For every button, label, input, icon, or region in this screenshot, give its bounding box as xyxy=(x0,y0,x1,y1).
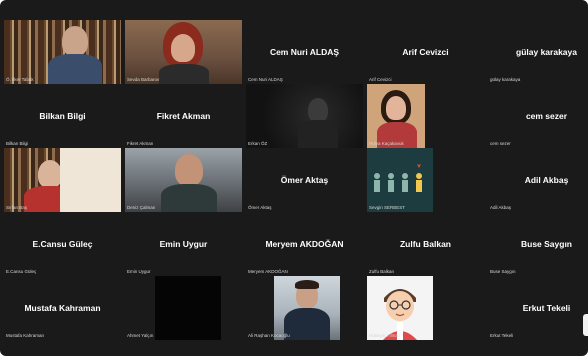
participant-body xyxy=(298,120,338,148)
participant-face xyxy=(386,96,406,120)
participant-video xyxy=(367,84,484,148)
participant-label: Emin Uygur xyxy=(127,269,151,274)
watermark-logo: AÜ xyxy=(583,314,588,336)
participant-face xyxy=(171,34,195,62)
participant-name: Emin Uygur xyxy=(159,239,208,249)
participant-name: Meryem AKDOĞAN xyxy=(265,239,344,249)
participant-name: Mustafa Kahraman xyxy=(24,303,101,313)
participant-video xyxy=(125,20,242,84)
participant-label: Ali Raşhan Kocaoğlu xyxy=(248,333,290,338)
participant-label: gülay karakaya xyxy=(490,77,521,82)
participant-label: Cem Nuri ALDAŞ xyxy=(248,77,283,82)
participant-name: Cem Nuri ALDAŞ xyxy=(269,47,340,57)
participant-face xyxy=(38,160,62,188)
participant-name: gülay karakaya xyxy=(516,47,577,57)
participant-tile[interactable]: Ali Raşhan Kocaoğlu xyxy=(246,276,363,340)
participant-name: Bilkan Bilgi xyxy=(39,111,86,121)
participant-video xyxy=(4,148,121,212)
participant-name: Buse Saygın xyxy=(520,239,573,249)
participant-label: Erkut Tekeli xyxy=(490,333,514,338)
participant-tile[interactable]: Sevda Barbarov xyxy=(125,20,242,84)
participant-label: Sevda Barbarov xyxy=(127,77,160,82)
avatar-people-icon xyxy=(374,164,422,192)
participant-video xyxy=(367,148,433,212)
participant-face xyxy=(62,26,88,56)
participant-face xyxy=(308,98,328,122)
participant-label: Adil Akbaş xyxy=(490,205,512,210)
participant-tile[interactable]: Erkan ÖZ xyxy=(246,84,363,148)
participant-label: Sevgin SERBEST xyxy=(369,205,406,210)
participant-label: Ömer Aktaş xyxy=(248,205,272,210)
participant-tile[interactable]: Ahmet Yalçın xyxy=(125,276,242,340)
participant-video xyxy=(367,276,433,340)
participant-label: Zulfu Balkan xyxy=(369,269,395,274)
wall xyxy=(60,148,121,212)
participant-label: Bilkan Bilgi xyxy=(6,141,29,146)
participant-tile[interactable]: Arif Cevizci Arif Cevizci xyxy=(367,20,484,84)
participant-video xyxy=(155,276,221,340)
participant-video xyxy=(246,84,363,148)
participant-name: Erkut Tekeli xyxy=(522,303,571,313)
video-edge xyxy=(425,84,484,148)
participant-label: Hüseyin Yılmaz xyxy=(369,333,401,338)
participant-name: E.Cansu Güleç xyxy=(32,239,93,249)
participant-tile[interactable]: Ö. İlker Tabak xyxy=(4,20,121,84)
participant-label: Fikret Akman xyxy=(127,141,154,146)
participant-label: Mustafa Kahraman xyxy=(6,333,45,338)
participant-tile[interactable]: Adil Akbaş Adil Akbaş xyxy=(488,148,588,212)
participant-label: Buse Saygın xyxy=(490,269,516,274)
participant-grid: Ö. İlker Tabak Sevda Barbarov Cem Nuri A… xyxy=(4,20,588,340)
participant-tile[interactable]: Erkut Tekeli Erkut Tekeli AÜ xyxy=(488,276,588,340)
participant-tile[interactable]: Zulfu Balkan Zulfu Balkan xyxy=(367,212,484,276)
participant-name: Adil Akbaş xyxy=(524,175,569,185)
participant-tile[interactable]: Bilkan Bilgi Bilkan Bilgi xyxy=(4,84,121,148)
cartoon-avatar-icon xyxy=(383,289,417,340)
participant-video xyxy=(274,276,340,340)
participant-tile[interactable]: Deniz Çalman xyxy=(125,148,242,212)
participant-tile[interactable]: Mustafa Kahraman Mustafa Kahraman xyxy=(4,276,121,340)
participant-name: Arif Cevizci xyxy=(402,47,449,57)
participant-tile[interactable]: Buse Saygın Buse Saygın xyxy=(488,212,588,276)
participant-label: Arif Cevizci xyxy=(369,77,392,82)
participant-body xyxy=(159,64,209,84)
participant-label: Sırfan Baş xyxy=(6,205,28,210)
participant-name: cem sezer xyxy=(525,111,568,121)
participant-tile[interactable]: E.Cansu Güleç E.Cansu Güleç xyxy=(4,212,121,276)
participant-label: Ö. İlker Tabak xyxy=(6,77,34,82)
participant-tile[interactable]: Fikret Akman Fikret Akman xyxy=(125,84,242,148)
participant-label: E.Cansu Güleç xyxy=(6,269,37,274)
participant-label: cem sezer xyxy=(490,141,511,146)
participant-label: Hülya Kaçakavuk xyxy=(369,141,404,146)
participant-tile[interactable]: Ömer Aktaş Ömer Aktaş xyxy=(246,148,363,212)
participant-face xyxy=(175,154,203,186)
participant-label: Deniz Çalman xyxy=(127,205,156,210)
participant-tile[interactable]: gülay karakaya gülay karakaya xyxy=(488,20,588,84)
video-meeting-window: Ö. İlker Tabak Sevda Barbarov Cem Nuri A… xyxy=(0,0,588,356)
participant-tile[interactable]: Hülya Kaçakavuk xyxy=(367,84,484,148)
participant-tile[interactable]: Hüseyin Yılmaz xyxy=(367,276,484,340)
participant-label: Erkan ÖZ xyxy=(248,141,268,146)
participant-name: Ömer Aktaş xyxy=(280,175,329,185)
participant-body xyxy=(161,184,217,212)
participant-tile[interactable]: Meryem AKDOĞAN Meryem AKDOĞAN xyxy=(246,212,363,276)
participant-label: Meryem AKDOĞAN xyxy=(248,269,288,274)
participant-name: Zulfu Balkan xyxy=(399,239,451,249)
participant-tile[interactable]: Cem Nuri ALDAŞ Cem Nuri ALDAŞ xyxy=(246,20,363,84)
participant-video xyxy=(125,148,242,212)
participant-tile[interactable]: Emin Uygur Emin Uygur xyxy=(125,212,242,276)
participant-label: Ahmet Yalçın xyxy=(127,333,154,338)
participant-hair xyxy=(295,280,319,289)
participant-tile[interactable]: Sevgin SERBEST xyxy=(367,148,484,212)
participant-video xyxy=(4,20,121,84)
participant-name: Fikret Akman xyxy=(156,111,211,121)
participant-tile[interactable]: cem sezer cem sezer xyxy=(488,84,588,148)
participant-tile[interactable]: Sırfan Baş xyxy=(4,148,121,212)
participant-body xyxy=(48,54,102,84)
participant-body xyxy=(284,308,330,340)
